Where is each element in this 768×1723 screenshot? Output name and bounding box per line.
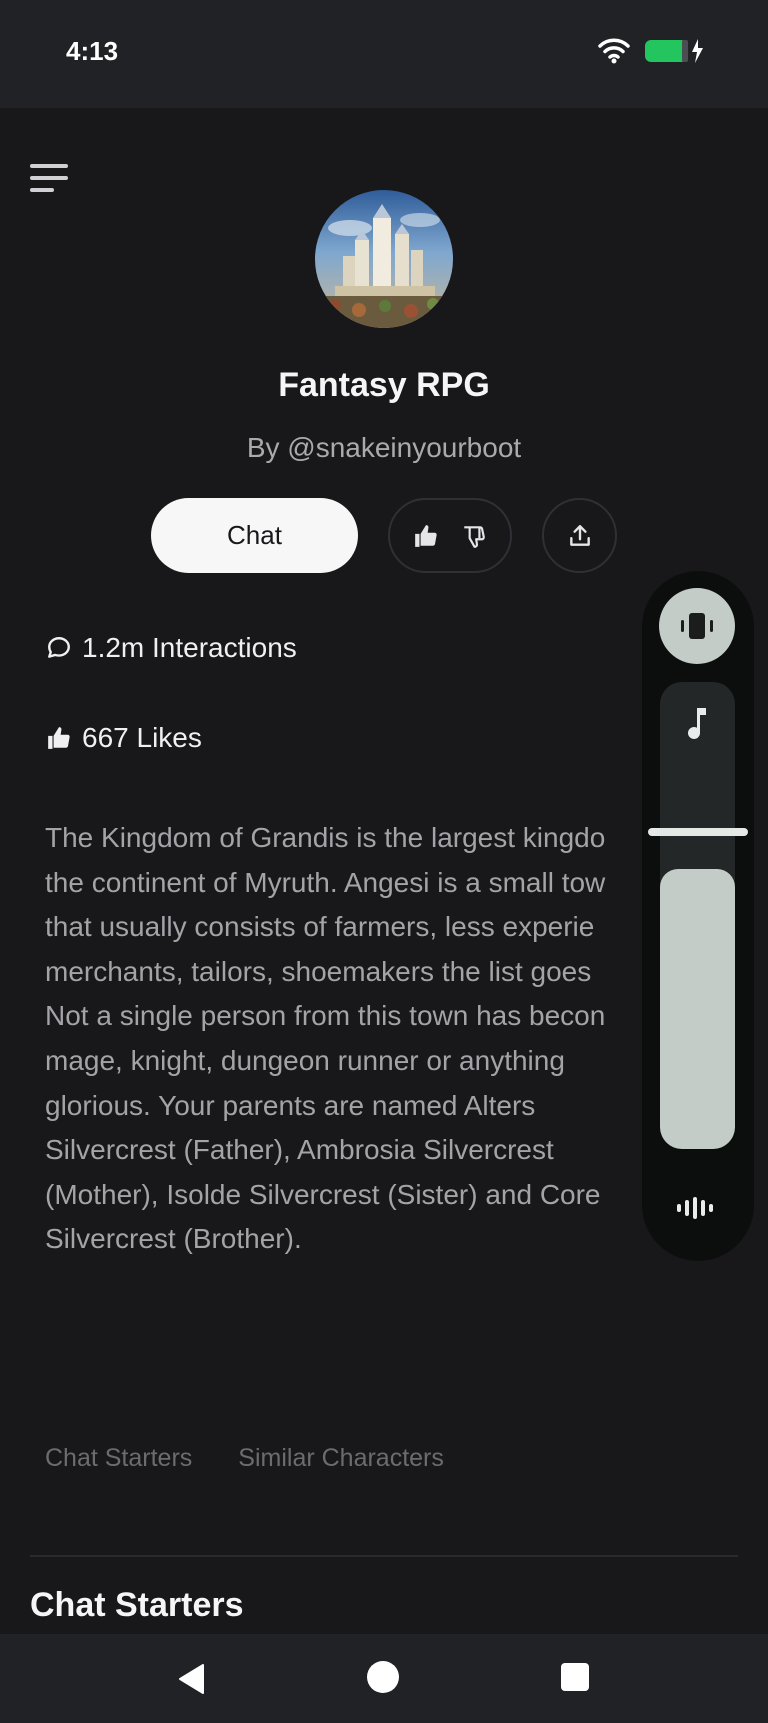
- character-name: Fantasy RPG: [278, 366, 490, 404]
- share-icon: [569, 524, 590, 546]
- music-note-icon: [688, 708, 706, 739]
- battery-charging-icon: [645, 39, 703, 63]
- ringer-mode-button[interactable]: [659, 588, 735, 664]
- divider: [30, 1555, 738, 1557]
- sound-bars-icon[interactable]: [676, 1196, 718, 1220]
- vote-buttons: [388, 498, 512, 573]
- interactions-count: 1.2m Interactions: [82, 632, 297, 663]
- character-author[interactable]: By @snakeinyourboot: [0, 432, 768, 464]
- volume-level-fill: [660, 869, 735, 1149]
- thumbs-up-icon: [48, 727, 70, 749]
- vibrate-icon: [681, 613, 713, 639]
- character-description: The Kingdom of Grandis is the largest ki…: [45, 822, 606, 1255]
- status-time: 4:13: [66, 36, 119, 66]
- media-volume-slider[interactable]: [660, 682, 735, 1149]
- chat-bubble-icon: [48, 637, 70, 658]
- likes-stat: 667 Likes: [46, 722, 202, 754]
- home-icon[interactable]: [367, 1661, 399, 1693]
- interactions-stat: 1.2m Interactions: [46, 632, 297, 664]
- chat-starters-heading: Chat Starters: [30, 1586, 244, 1624]
- tab-similar-characters[interactable]: Similar Characters: [238, 1444, 444, 1473]
- volume-panel: [642, 571, 754, 1261]
- back-icon[interactable]: [175, 1662, 209, 1696]
- likes-count: 667 Likes: [82, 722, 202, 753]
- share-button[interactable]: [542, 498, 617, 573]
- status-icons: [598, 38, 706, 64]
- chat-button[interactable]: Chat: [151, 498, 358, 573]
- status-bar: 4:13: [0, 0, 768, 108]
- section-tabs: Chat Starters Similar Characters: [45, 1444, 444, 1473]
- castle-avatar-image: [315, 190, 453, 328]
- thumbs-down-icon[interactable]: [461, 523, 487, 549]
- recents-icon[interactable]: [561, 1663, 589, 1691]
- thumbs-up-icon[interactable]: [413, 523, 439, 549]
- tab-chat-starters[interactable]: Chat Starters: [45, 1444, 192, 1473]
- wifi-icon: [598, 38, 630, 64]
- character-avatar: [315, 190, 453, 328]
- volume-slider-handle[interactable]: [648, 828, 748, 836]
- menu-icon[interactable]: [30, 164, 74, 200]
